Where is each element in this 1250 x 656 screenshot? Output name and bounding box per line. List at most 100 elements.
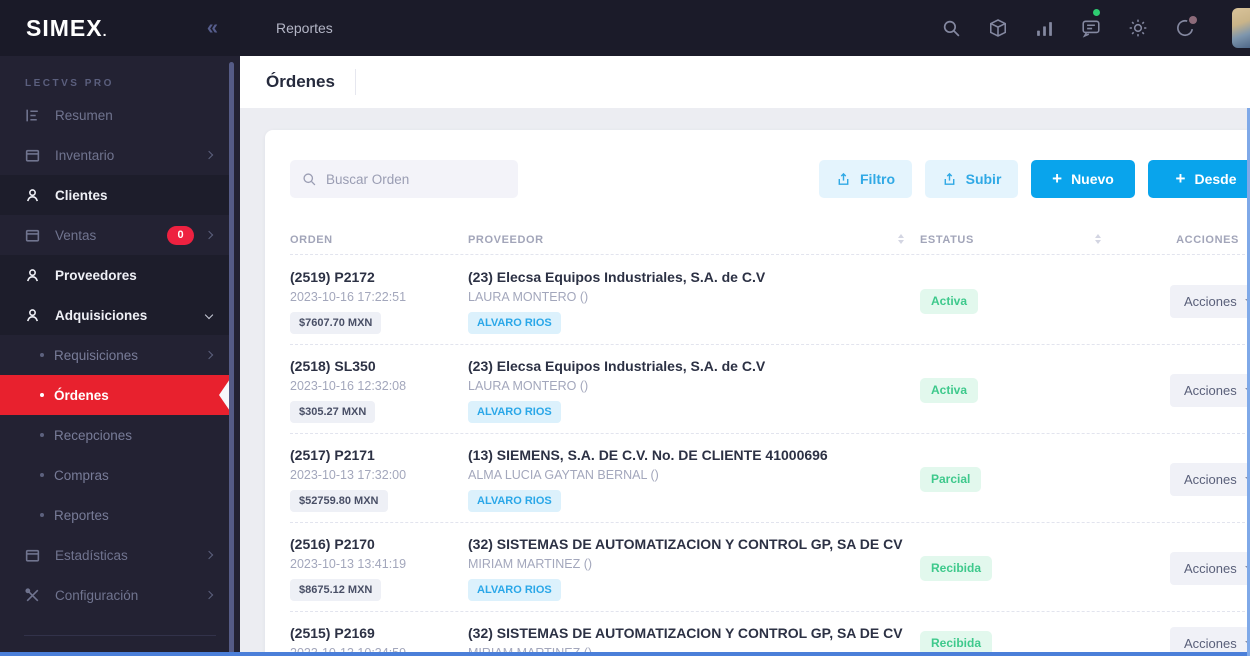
amount-badge: $8675.12 MXN: [290, 579, 382, 601]
user-icon: [26, 308, 39, 321]
status-cell: Recibida: [920, 535, 1170, 601]
buyer-badge: ALVARO RIOS: [468, 401, 561, 423]
brand-logo[interactable]: SIMEX.: [26, 15, 107, 42]
upload-button[interactable]: Subir: [925, 160, 1018, 198]
provider-name[interactable]: (23) Elecsa Equipos Industriales, S.A. d…: [468, 357, 920, 376]
sort-icon[interactable]: [898, 234, 904, 244]
sidebar-item-adquisiciones[interactable]: Adquisiciones: [0, 295, 230, 335]
order-id[interactable]: (2519) P2172: [290, 268, 468, 287]
buyer-badge: ALVARO RIOS: [468, 490, 561, 512]
bullet-icon: [40, 393, 44, 397]
tools-icon: [25, 587, 39, 601]
logo-row: SIMEX. «: [0, 0, 240, 56]
provider-name[interactable]: (23) Elecsa Equipos Industriales, S.A. d…: [468, 268, 920, 287]
order-date: 2023-10-16 12:32:08: [290, 379, 407, 393]
chevron-right-icon: [204, 590, 214, 600]
theme-icon[interactable]: [1128, 18, 1148, 38]
provider-name[interactable]: (13) SIEMENS, S.A. DE C.V. No. DE CLIENT…: [468, 446, 920, 465]
list-icon: [26, 109, 38, 121]
actions-cell: Acciones: [1170, 535, 1250, 601]
column-header-orden[interactable]: ORDEN: [290, 234, 468, 246]
table-row: (2517) P2171 2023-10-13 17:32:00 $52759.…: [290, 433, 1250, 522]
package-icon[interactable]: [988, 18, 1008, 38]
upload-icon: [944, 172, 955, 185]
bullet-icon: [40, 513, 44, 517]
sidebar-subitem-ordenes[interactable]: Órdenes: [0, 375, 232, 415]
sidebar-scrollbar[interactable]: [229, 62, 234, 656]
box-icon: [25, 549, 40, 562]
box-icon: [25, 149, 40, 162]
chevron-right-icon: [204, 230, 214, 240]
order-date: 2023-10-16 17:22:51: [290, 290, 407, 304]
search-order-input[interactable]: [326, 171, 506, 187]
order-id[interactable]: (2515) P2169: [290, 624, 468, 643]
table-row: (2518) SL350 2023-10-16 12:32:08 $305.27…: [290, 344, 1250, 433]
upload-icon: [838, 172, 849, 185]
order-cell: (2519) P2172 2023-10-16 17:22:51 $7607.7…: [290, 268, 468, 334]
chevron-right-icon: [204, 550, 214, 560]
actions-cell: Acciones: [1170, 446, 1250, 512]
sidebar-item-ventas[interactable]: Ventas 0: [0, 215, 230, 255]
notification-dot: [1189, 16, 1197, 24]
from-button[interactable]: + Desde: [1148, 160, 1250, 198]
sidebar-item-inventario[interactable]: Inventario: [0, 135, 230, 175]
search-icon[interactable]: [942, 19, 961, 38]
user-icon: [26, 268, 39, 281]
ventas-count-badge: 0: [167, 225, 194, 245]
sidebar-collapse-icon[interactable]: «: [207, 18, 218, 38]
sidebar-item-configuracion[interactable]: Configuración: [0, 575, 230, 615]
order-id[interactable]: (2518) SL350: [290, 357, 468, 376]
actions-cell: Acciones: [1170, 357, 1250, 423]
sidebar-subitem-recepciones[interactable]: Recepciones: [0, 415, 230, 455]
window-edge-bottom: [0, 652, 1250, 656]
order-date: 2023-10-13 17:32:00: [290, 468, 407, 482]
actions-dropdown-button[interactable]: Acciones: [1170, 284, 1250, 318]
order-cell: (2516) P2170 2023-10-13 13:41:19 $8675.1…: [290, 535, 468, 601]
provider-cell: (13) SIEMENS, S.A. DE C.V. No. DE CLIENT…: [468, 446, 920, 512]
filter-button[interactable]: Filtro: [819, 160, 912, 198]
bullet-icon: [40, 433, 44, 437]
title-separator: [354, 69, 356, 95]
order-id[interactable]: (2516) P2170: [290, 535, 468, 554]
topbar-section-title: Reportes: [276, 20, 333, 36]
status-cell: Parcial: [920, 446, 1170, 512]
sidebar-subitem-requisiciones[interactable]: Requisiciones: [0, 335, 230, 375]
bullet-icon: [40, 473, 44, 477]
sidebar-subitem-reportes[interactable]: Reportes: [0, 495, 230, 535]
stats-icon[interactable]: [1035, 19, 1054, 38]
sidebar-divider: [24, 635, 216, 636]
topbar: Reportes: [240, 0, 1250, 56]
status-cell: Activa: [920, 268, 1170, 334]
table-body: (2519) P2172 2023-10-16 17:22:51 $7607.7…: [290, 256, 1250, 656]
provider-cell: (32) SISTEMAS DE AUTOMATIZACION Y CONTRO…: [468, 535, 920, 601]
online-status-dot: [1093, 9, 1100, 16]
column-header-proveedor[interactable]: PROVEEDOR: [468, 234, 920, 246]
sidebar-item-clientes[interactable]: Clientes: [0, 175, 230, 215]
order-id[interactable]: (2517) P2171: [290, 446, 468, 465]
sidebar-item-resumen[interactable]: Resumen: [0, 95, 230, 135]
page-header: Órdenes: [240, 56, 1250, 108]
table-row: (2515) P2169 2023-10-13 10:34:59 (32) SI…: [290, 611, 1250, 656]
provider-name[interactable]: (32) SISTEMAS DE AUTOMATIZACION Y CONTRO…: [468, 624, 920, 643]
avatar[interactable]: [1232, 8, 1250, 48]
chat-icon[interactable]: [1081, 9, 1101, 38]
new-button[interactable]: + Nuevo: [1031, 160, 1135, 198]
actions-cell: Acciones: [1170, 268, 1250, 334]
actions-dropdown-button[interactable]: Acciones: [1170, 551, 1250, 585]
sidebar-section-label: LECTVS PRO: [25, 78, 114, 89]
notifications-icon[interactable]: [1175, 16, 1197, 38]
provider-contact: LAURA MONTERO (): [468, 379, 589, 393]
sidebar-item-estadisticas[interactable]: Estadísticas: [0, 535, 230, 575]
amount-badge: $305.27 MXN: [290, 401, 376, 423]
actions-dropdown-button[interactable]: Acciones: [1170, 462, 1250, 496]
table-row: (2516) P2170 2023-10-13 13:41:19 $8675.1…: [290, 522, 1250, 611]
search-order-box[interactable]: [290, 160, 518, 198]
buyer-badge: ALVARO RIOS: [468, 579, 561, 601]
column-header-estatus[interactable]: ESTATUS: [920, 234, 1170, 246]
actions-dropdown-button[interactable]: Acciones: [1170, 373, 1250, 407]
provider-name[interactable]: (32) SISTEMAS DE AUTOMATIZACION Y CONTRO…: [468, 535, 920, 554]
table-row: (2519) P2172 2023-10-16 17:22:51 $7607.7…: [290, 256, 1250, 344]
sidebar-subitem-compras[interactable]: Compras: [0, 455, 230, 495]
sidebar-item-proveedores[interactable]: Proveedores: [0, 255, 230, 295]
sort-icon[interactable]: [1095, 234, 1101, 244]
